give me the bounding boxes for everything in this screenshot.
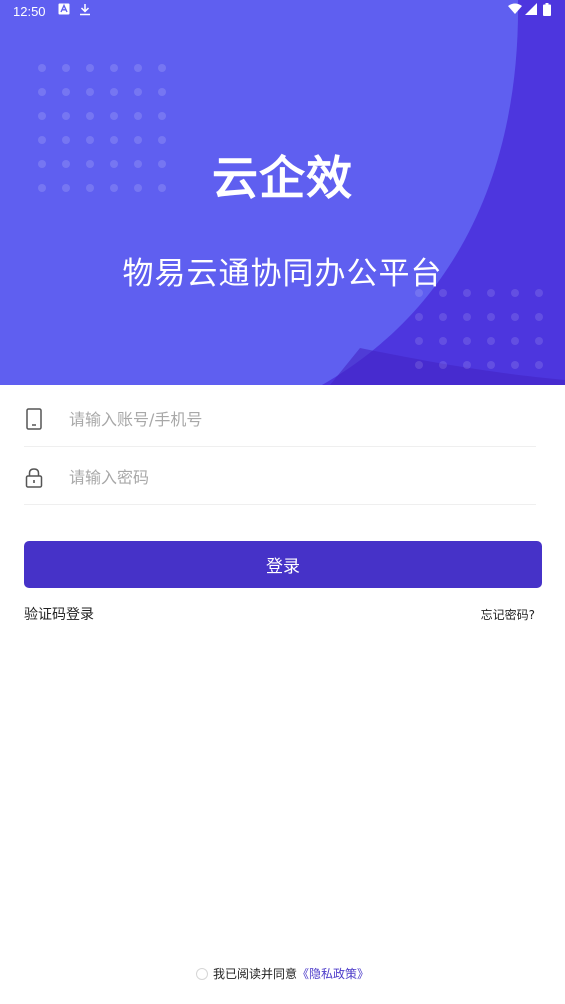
agreement-checkbox[interactable] [195,968,208,980]
battery-icon [543,3,551,16]
download-icon [80,4,90,16]
forgot-password-link[interactable]: 忘记密码? [481,606,535,623]
agreement-text: 我已阅读并同意 [212,967,297,981]
status-time: 12:50 [13,4,46,19]
phone-icon [26,408,42,430]
hero-banner: 12:50 云企效 物易云通协同办公平台 [0,0,565,385]
a-notification-icon [58,3,70,15]
lock-icon [25,468,43,488]
account-input[interactable] [69,401,509,437]
password-input[interactable] [69,459,509,495]
status-bar: 12:50 [0,0,565,24]
wifi-icon [508,3,522,14]
signal-icon [525,3,537,15]
account-field [24,389,536,447]
app-subtitle: 物易云通协同办公平台 [122,256,443,292]
sms-login-link[interactable]: 验证码登录 [24,604,94,624]
privacy-policy-link[interactable]: 《隐私政策》 [297,967,369,981]
login-button[interactable]: 登录 [24,541,542,588]
agreement-row: 我已阅读并同意《隐私政策》 [0,965,565,982]
app-title: 云企效 [212,151,353,205]
password-field [24,447,536,505]
